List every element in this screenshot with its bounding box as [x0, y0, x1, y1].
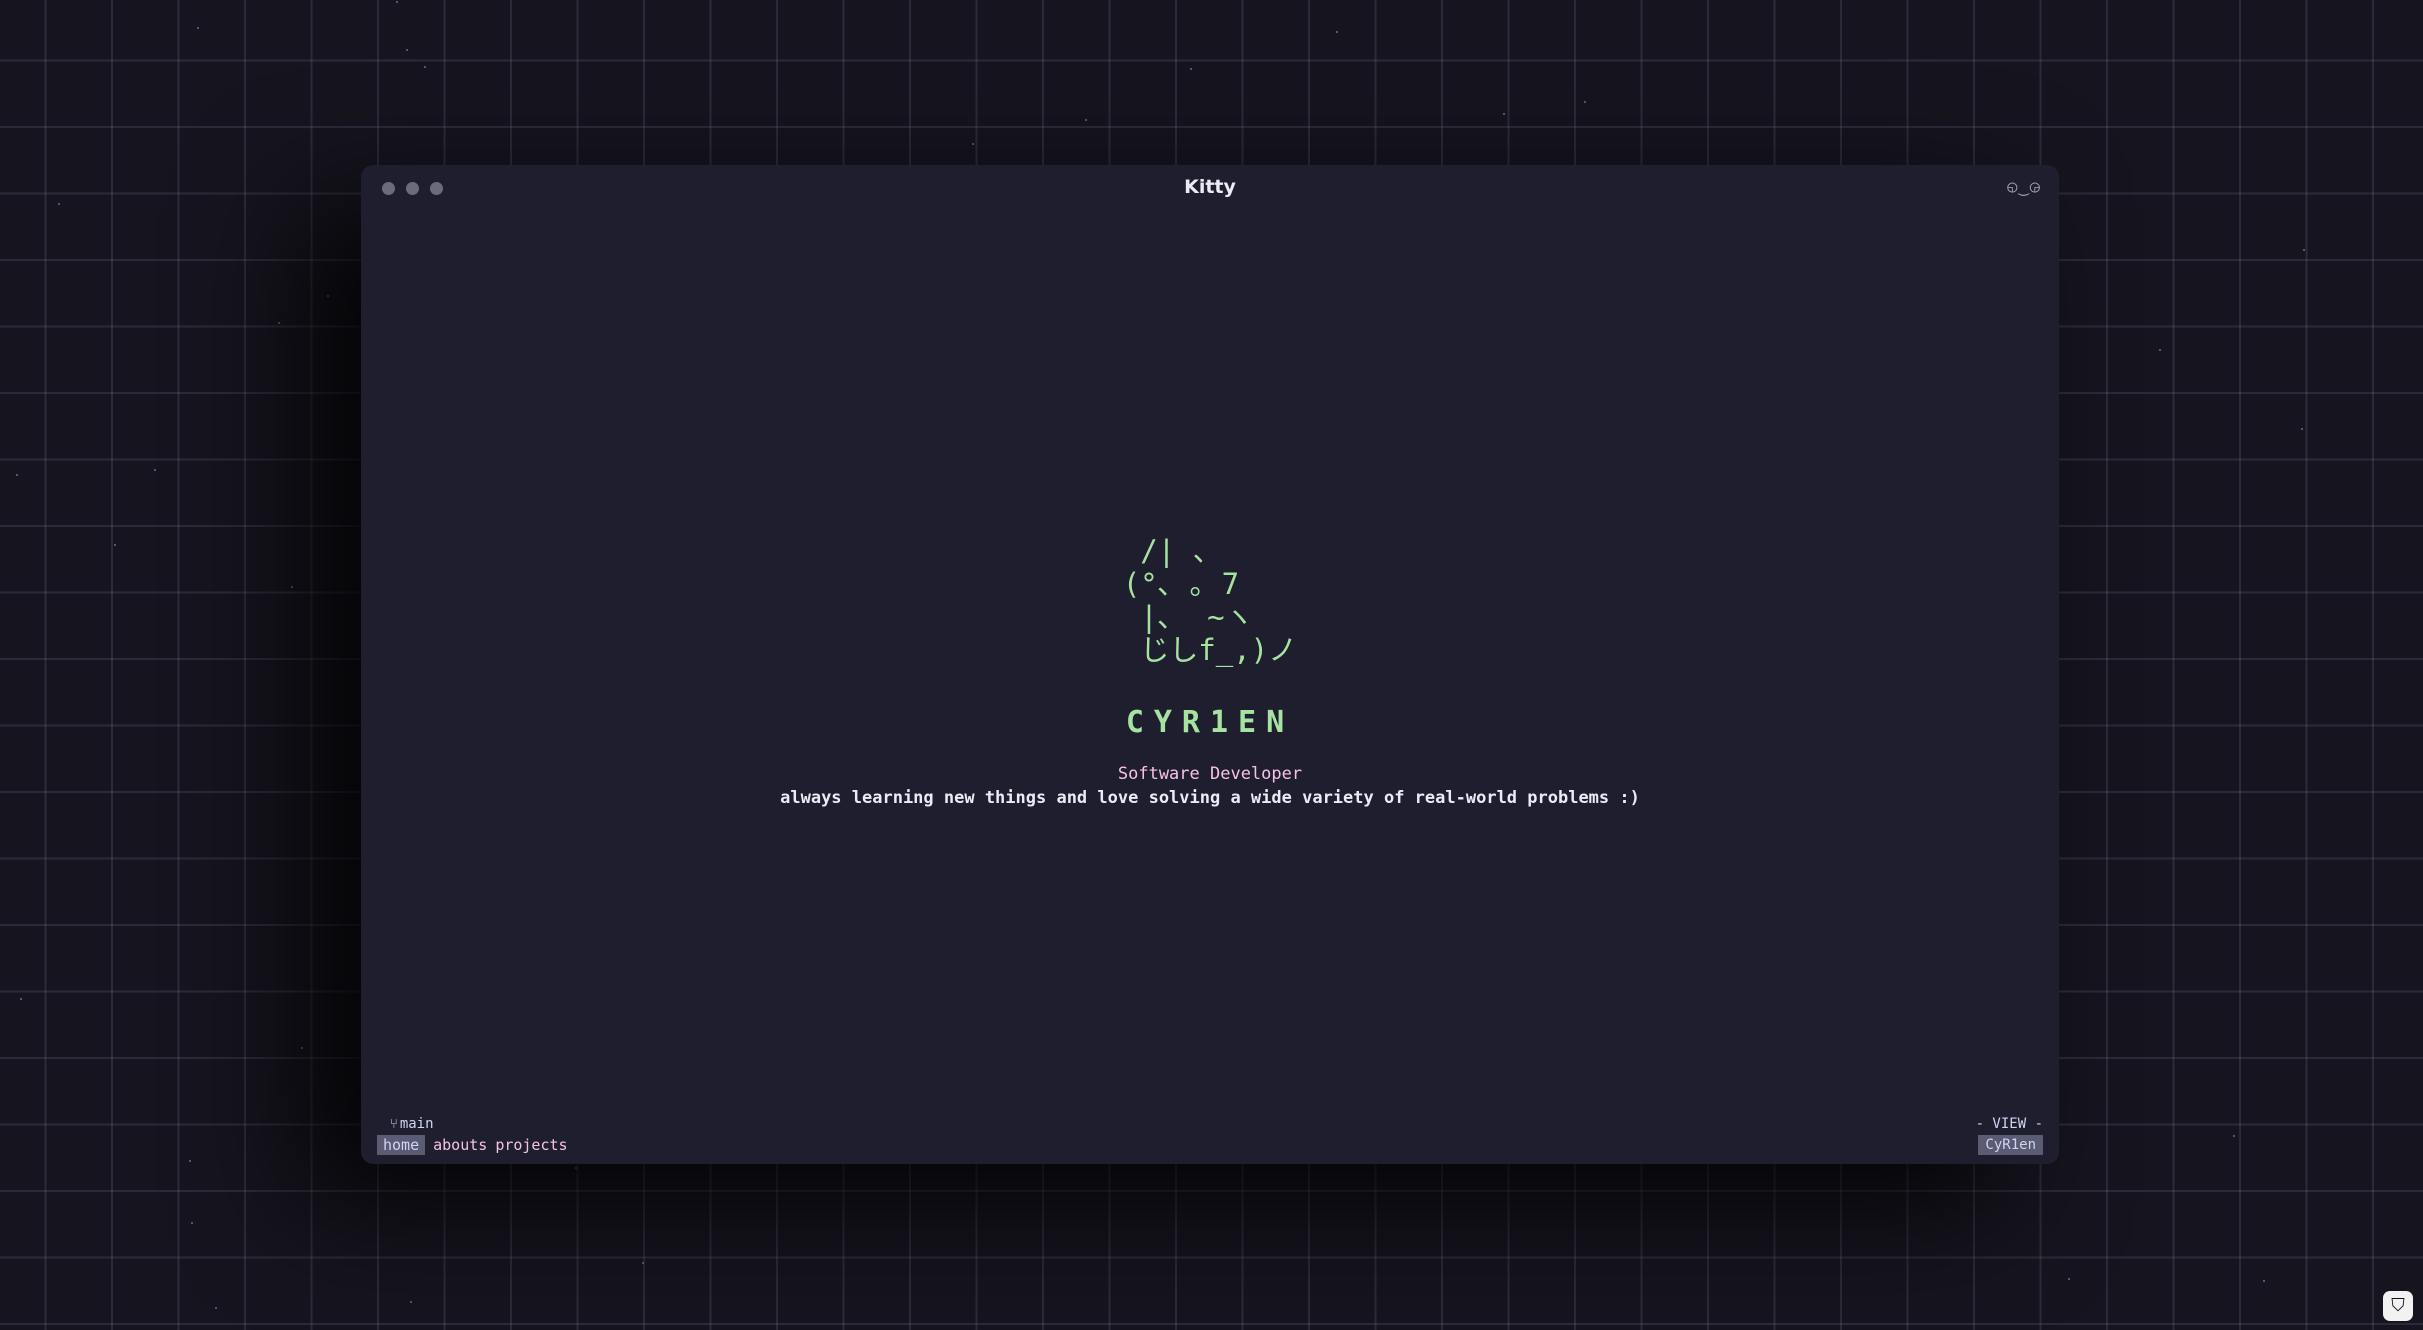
hero-tagline: always learning new things and love solv…	[780, 788, 1640, 808]
star	[2301, 428, 2303, 430]
star	[972, 143, 974, 145]
star	[114, 544, 116, 546]
star	[291, 586, 293, 588]
git-branch: ⑂ main	[390, 1116, 434, 1132]
star	[197, 27, 199, 29]
star	[2303, 249, 2305, 251]
titlebar: Kitty ◵‿◶	[361, 165, 2059, 211]
star	[1336, 31, 1338, 33]
star	[1503, 113, 1505, 115]
star	[424, 66, 426, 68]
star	[2159, 349, 2161, 351]
star	[215, 1307, 217, 1309]
star	[191, 1222, 193, 1224]
star	[2068, 1278, 2070, 1280]
user-badge: CyR1en	[1978, 1135, 2043, 1155]
hero-name: CYR1EN	[1125, 705, 1295, 740]
star	[278, 322, 280, 324]
star	[2233, 1135, 2235, 1137]
branch-name: main	[399, 1116, 434, 1132]
tab-projects[interactable]: projects	[495, 1135, 567, 1155]
star	[396, 1, 398, 3]
star	[410, 1301, 412, 1303]
star	[154, 469, 156, 471]
star	[16, 474, 18, 476]
star	[1085, 119, 1087, 121]
star	[58, 203, 60, 205]
tab-abouts[interactable]: abouts	[433, 1135, 487, 1155]
tab-home[interactable]: home	[377, 1135, 426, 1155]
star	[2263, 1280, 2265, 1282]
star	[20, 998, 22, 1000]
star	[1190, 68, 1192, 70]
star	[327, 295, 329, 297]
window-title: Kitty	[1184, 176, 1236, 198]
git-branch-icon: ⑂	[390, 1117, 398, 1132]
mode-indicator: - VIEW -	[1975, 1116, 2043, 1132]
star	[575, 1167, 577, 1169]
star	[301, 1047, 303, 1049]
star	[189, 1160, 191, 1162]
star	[406, 49, 408, 51]
nav-tabs: home abouts projects	[377, 1135, 568, 1155]
terminal-window: Kitty ◵‿◶ /| 、 (°､ ｡ 7 |､ ~ヽ じしf_,)ノ CYR…	[361, 165, 2059, 1164]
star	[1584, 101, 1586, 103]
cat-ascii-art: /| 、 (°､ ｡ 7 |､ ~ヽ じしf_,)ノ	[1122, 534, 1298, 667]
hero-role: Software Developer	[1117, 764, 1303, 784]
hero: /| 、 (°､ ｡ 7 |､ ~ヽ じしf_,)ノ CYR1EN Softwa…	[361, 534, 2059, 809]
star	[642, 1262, 644, 1264]
face-icon: ◵‿◶	[2007, 177, 2041, 197]
shield-icon[interactable]: ⛉	[2383, 1291, 2413, 1321]
